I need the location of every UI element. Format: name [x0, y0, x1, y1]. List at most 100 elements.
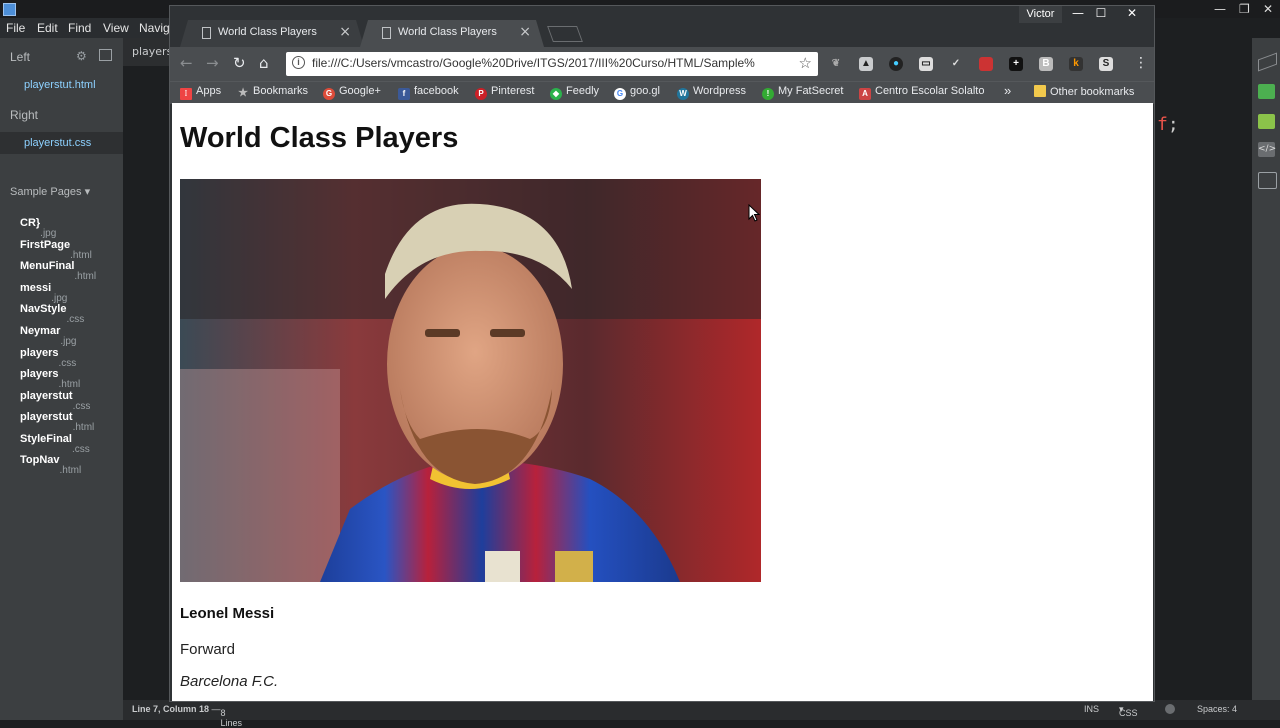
project-dropdown[interactable]: Sample Pages ▾ — [10, 185, 90, 198]
extension-k-icon[interactable]: k — [1069, 57, 1083, 71]
menu-file[interactable]: File — [6, 21, 25, 35]
bookmark-apps[interactable]: ⁞ Apps — [180, 85, 221, 100]
bookmark-bookmarks[interactable]: ★ Bookmarks — [237, 85, 308, 99]
working-files-left-label: Left — [10, 50, 31, 64]
extension-check-icon[interactable]: ✓ — [949, 57, 963, 71]
layers-icon[interactable] — [1258, 172, 1277, 189]
file-item[interactable]: playerstut .html — [20, 411, 94, 433]
player-club: Barcelona F.C. — [180, 673, 279, 690]
menu-edit[interactable]: Edit — [37, 21, 58, 35]
extension-plus-icon[interactable]: + — [1009, 57, 1023, 71]
bookmark-googl[interactable]: Ggoo.gl — [614, 85, 660, 100]
new-tab-button[interactable] — [547, 26, 583, 42]
bookmark-pinterest[interactable]: P Pinterest — [475, 85, 534, 100]
info-icon[interactable]: i — [292, 56, 305, 69]
extension-s-icon[interactable]: S — [1099, 57, 1113, 71]
browser-close-icon[interactable]: ✕ — [1120, 6, 1144, 20]
tab-close-icon[interactable]: × — [339, 24, 351, 40]
menu-find[interactable]: Find — [68, 21, 91, 35]
bookmark-fatsecret[interactable]: ! My FatSecret — [762, 85, 843, 100]
extension-circle-icon[interactable]: ● — [889, 57, 903, 71]
file-item[interactable]: messi .jpg — [20, 282, 67, 304]
file-item[interactable]: players .html — [20, 368, 80, 390]
extension-manager-icon[interactable] — [1258, 84, 1275, 99]
browser-toolbar: ← → ↻ ⌂ i file:///C:/Users/vmcastro/Goog… — [170, 47, 1154, 81]
file-item[interactable]: playerstut .css — [20, 390, 90, 412]
bookmark-google-plus[interactable]: G Google+ — [323, 85, 381, 100]
page-icon — [382, 27, 391, 39]
google-drive-icon[interactable]: ▲ — [859, 57, 873, 71]
menu-view[interactable]: View — [103, 21, 129, 35]
page-heading: World Class Players — [180, 122, 459, 154]
player-position: Forward — [180, 641, 236, 658]
back-arrow-icon[interactable]: ← — [180, 54, 193, 72]
extension-window-icon[interactable]: ▭ — [919, 57, 933, 71]
wordpress-icon: W — [677, 88, 689, 100]
editor-minimize-icon[interactable]: — — [1214, 2, 1226, 16]
editor-sidebar: Left ⚙ playerstut.html Right playerstut.… — [0, 38, 123, 720]
url-text: file:///C:/Users/vmcastro/Google%20Drive… — [312, 56, 755, 70]
player-name: Leonel Messi — [180, 605, 275, 622]
code-tag-icon[interactable]: </> — [1258, 142, 1276, 157]
editor-tab[interactable]: players — [123, 38, 172, 66]
page-viewport: World Class Players Leonel Messi Forward… — [172, 103, 1153, 701]
extension-icon[interactable] — [1258, 114, 1275, 129]
working-file-right[interactable]: playerstut.css — [24, 137, 91, 149]
code-area[interactable]: f; f; — [1154, 102, 1252, 700]
file-item[interactable]: TopNav .html — [20, 454, 81, 476]
editor-restore-icon[interactable]: ❐ — [1239, 2, 1250, 16]
extension-bird-icon[interactable]: ❦ — [829, 57, 843, 71]
reload-icon[interactable]: ↻ — [233, 54, 246, 72]
live-preview-icon[interactable] — [1258, 52, 1277, 72]
extension-red-icon[interactable] — [979, 57, 993, 71]
code-text: f; — [1157, 114, 1179, 135]
browser-window: Victor — ☐ ✕ World Class Players × World… — [169, 5, 1155, 702]
browser-minimize-icon[interactable]: — — [1066, 6, 1090, 20]
file-item[interactable]: CR} .jpg — [20, 217, 56, 239]
school-icon: A — [859, 88, 871, 100]
folder-icon — [1034, 85, 1046, 97]
linter-status-icon[interactable] — [1165, 704, 1175, 714]
tab-close-icon[interactable]: × — [519, 24, 531, 40]
page-icon — [202, 27, 211, 39]
tab-title: World Class Players — [218, 26, 317, 38]
file-item[interactable]: Neymar .jpg — [20, 325, 76, 347]
editor-right-toolbar: </> — [1252, 38, 1280, 720]
bookmarks-bar: ⁞ Apps ★ Bookmarks G Google+ f facebook P Pin… — [170, 81, 1154, 104]
file-item[interactable]: players .css — [20, 347, 76, 369]
pinterest-icon: P — [475, 88, 487, 100]
file-item[interactable]: MenuFinal .html — [20, 260, 96, 282]
file-item[interactable]: FirstPage .html — [20, 239, 92, 261]
insert-mode[interactable]: INS — [1084, 704, 1099, 714]
browser-menu-icon[interactable]: ⋮ — [1134, 55, 1148, 71]
browser-maximize-icon[interactable]: ☐ — [1089, 6, 1113, 20]
home-icon[interactable]: ⌂ — [259, 54, 269, 72]
editor-close-icon[interactable]: ✕ — [1263, 2, 1273, 16]
tab-world-class-players-1[interactable]: World Class Players × — [180, 20, 364, 47]
bookmark-wordpress[interactable]: W Wordpress — [677, 85, 746, 100]
editor-menu-bar: File Edit Find View Navig — [0, 18, 170, 38]
gear-icon[interactable]: ⚙ — [76, 49, 87, 63]
bookmark-facebook[interactable]: f facebook — [398, 85, 459, 100]
extension-b-icon[interactable]: B — [1039, 57, 1053, 71]
bookmark-feedly[interactable]: ◆ Feedly — [550, 85, 599, 100]
fatsecret-icon: ! — [762, 88, 774, 100]
file-item[interactable]: NavStyle .css — [20, 303, 84, 325]
indent-spaces[interactable]: Spaces: 4 — [1197, 704, 1237, 714]
split-view-icon[interactable] — [99, 49, 112, 61]
language-select[interactable]: CSS ▾ — [1119, 704, 1138, 718]
tab-world-class-players-2[interactable]: World Class Players × — [360, 20, 544, 47]
forward-arrow-icon[interactable]: → — [206, 54, 219, 72]
file-item[interactable]: StyleFinal .css — [20, 433, 90, 455]
apps-icon: ⁞ — [180, 88, 192, 100]
bookmark-centro-escolar[interactable]: A Centro Escolar Solalto — [859, 85, 984, 100]
user-profile-button[interactable]: Victor — [1019, 6, 1062, 23]
working-file-left[interactable]: playerstut.html — [24, 79, 96, 91]
bookmarks-overflow-button[interactable]: » — [1004, 83, 1011, 98]
bookmark-star-icon[interactable]: ☆ — [799, 54, 812, 72]
address-bar[interactable]: i file:///C:/Users/vmcastro/Google%20Dri… — [286, 52, 818, 76]
menu-navigate[interactable]: Navig — [139, 21, 170, 35]
other-bookmarks[interactable]: Other bookmarks — [1034, 85, 1134, 98]
brackets-app-icon — [3, 3, 16, 16]
player-photo — [180, 179, 761, 582]
